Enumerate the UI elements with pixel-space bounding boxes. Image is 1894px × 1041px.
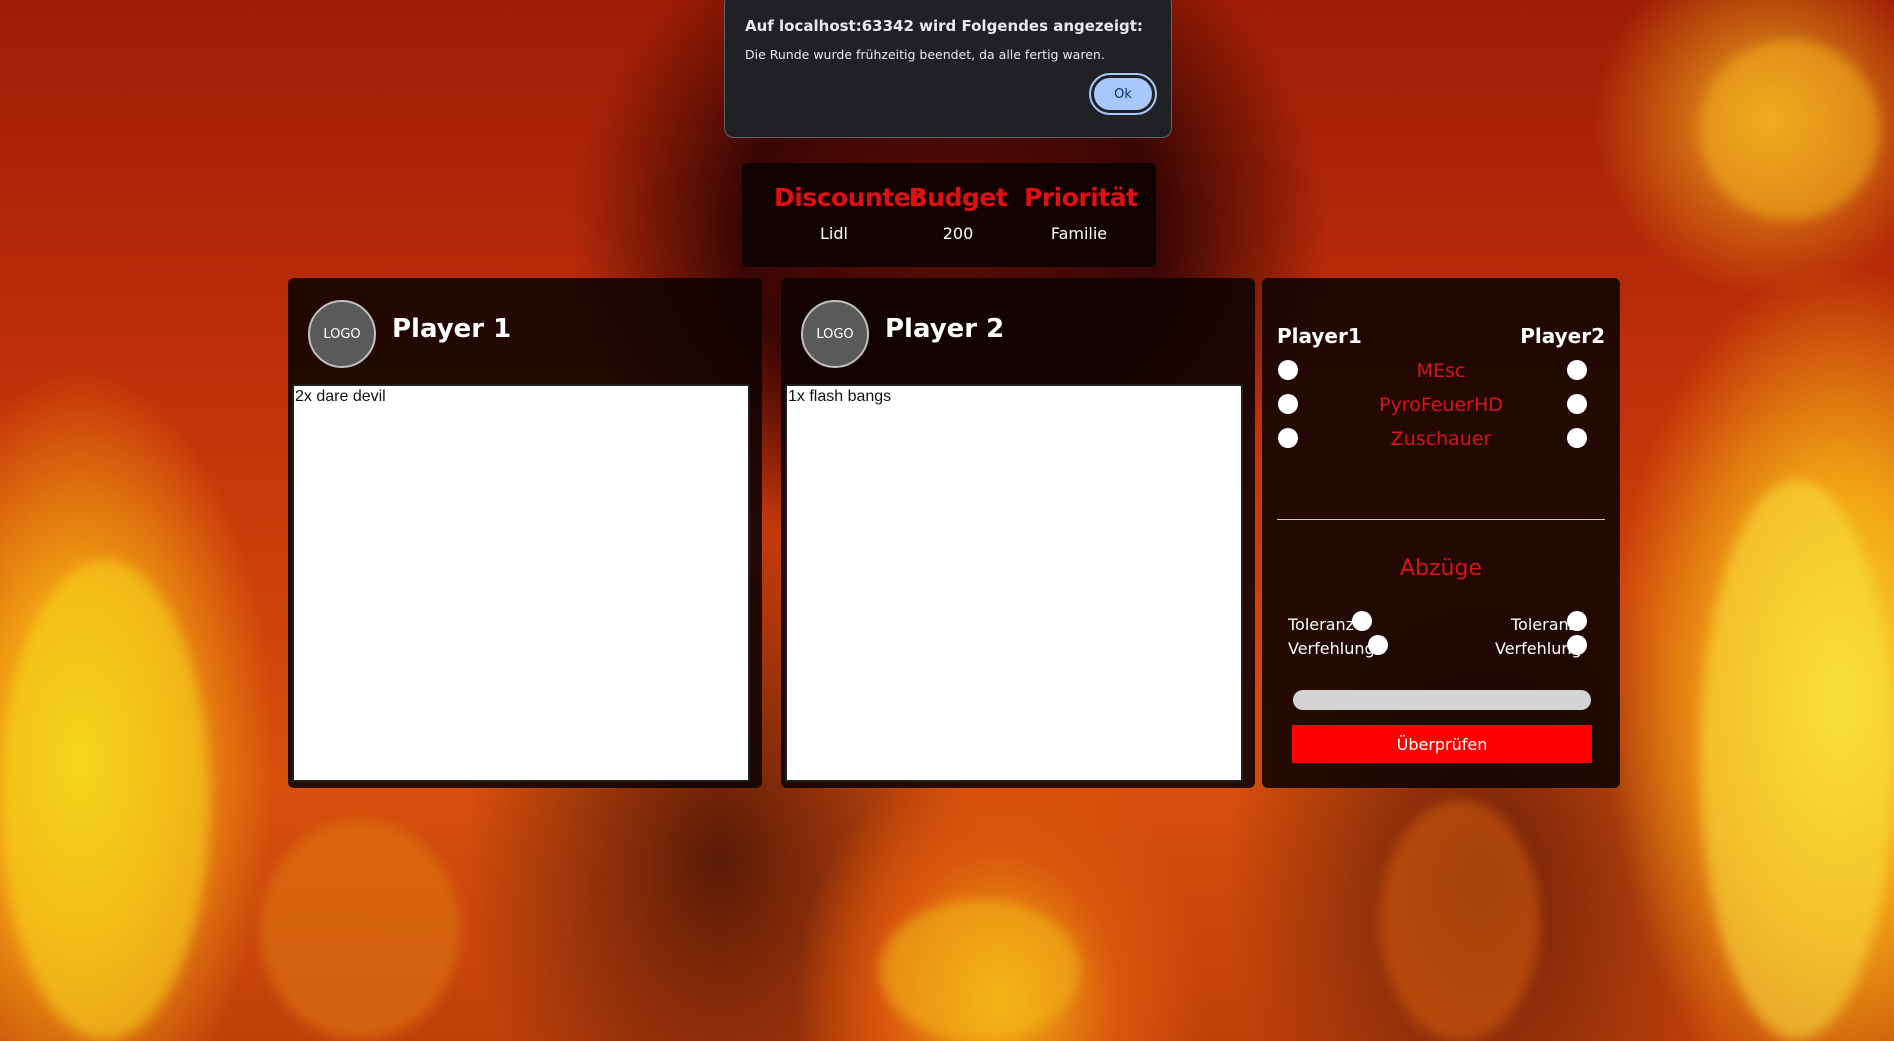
- alert-dialog: Auf localhost:63342 wird Folgendes angez…: [724, 0, 1172, 138]
- p1-tolerance-radio[interactable]: [1352, 611, 1372, 631]
- player1-items-textarea[interactable]: 2x dare devil: [292, 384, 750, 782]
- priority-column: Priorität Familie: [1024, 183, 1138, 243]
- round-info-panel: Discounter Lidl Budget 200 Priorität Fam…: [742, 163, 1156, 267]
- voting-panel: Player1 Player2 MEsc PyroFeuerHD Zuschau…: [1262, 278, 1620, 788]
- alert-message: Die Runde wurde frühzeitig beendet, da a…: [745, 47, 1105, 62]
- player2-name: Player 2: [885, 314, 1005, 344]
- vote-radio-p2-pyrofeuerhd[interactable]: [1567, 394, 1587, 414]
- p1-tolerance-label: Toleranz: [1288, 615, 1355, 634]
- score-slider[interactable]: [1293, 690, 1591, 710]
- vote-radio-p2-zuschauer[interactable]: [1567, 428, 1587, 448]
- alert-title: Auf localhost:63342 wird Folgendes angez…: [745, 17, 1143, 35]
- player1-logo: LOGO: [308, 300, 376, 368]
- check-button[interactable]: Überprüfen: [1292, 725, 1592, 763]
- player1-card: LOGO Player 1 2x dare devil: [288, 278, 762, 788]
- p2-mistake-radio[interactable]: [1567, 635, 1587, 655]
- alert-ok-button[interactable]: Ok: [1089, 73, 1157, 115]
- budget-value: 200: [942, 224, 974, 243]
- budget-column: Budget 200: [908, 183, 1008, 243]
- player2-logo: LOGO: [801, 300, 869, 368]
- player1-header: Player1: [1277, 324, 1362, 348]
- player2-header: Player2: [1520, 324, 1605, 348]
- discounter-value: Lidl: [820, 224, 848, 243]
- section-divider: [1277, 519, 1605, 520]
- p1-mistake-radio[interactable]: [1368, 635, 1388, 655]
- player2-card: LOGO Player 2 1x flash bangs: [781, 278, 1255, 788]
- player2-items-textarea[interactable]: 1x flash bangs: [785, 384, 1243, 782]
- player1-name: Player 1: [392, 314, 512, 344]
- priority-value: Familie: [1050, 224, 1108, 243]
- priority-label: Priorität: [1024, 183, 1138, 212]
- p2-tolerance-radio[interactable]: [1567, 611, 1587, 631]
- discounter-label: Discounter: [774, 183, 923, 212]
- vote-radio-p2-mesc[interactable]: [1567, 360, 1587, 380]
- budget-label: Budget: [908, 183, 1008, 212]
- discounter-column: Discounter Lidl: [774, 183, 923, 243]
- deductions-title: Abzüge: [1399, 556, 1482, 581]
- p1-mistake-label: Verfehlung: [1288, 639, 1375, 658]
